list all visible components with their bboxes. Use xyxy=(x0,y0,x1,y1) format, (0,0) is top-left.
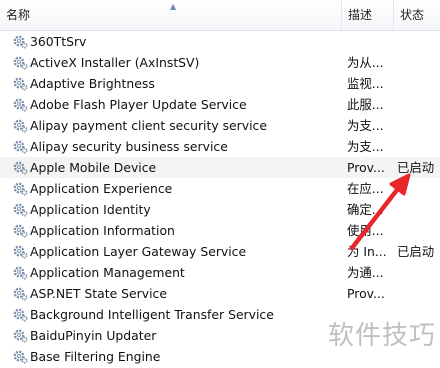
service-description: 监视... xyxy=(347,76,384,91)
service-gear-icon xyxy=(13,119,28,133)
service-name: ActiveX Installer (AxInstSV) xyxy=(30,55,200,70)
service-row[interactable]: 360TtSrv xyxy=(0,31,440,52)
service-row[interactable]: Application Experience 在应... xyxy=(0,178,440,199)
service-gear-icon xyxy=(13,98,28,112)
service-row[interactable]: Application Identity 确定... xyxy=(0,199,440,220)
service-description: 此服... xyxy=(347,97,384,112)
service-gear-icon xyxy=(13,224,28,238)
service-name: Apple Mobile Device xyxy=(30,160,157,175)
service-description: 为 In... xyxy=(347,244,387,259)
services-window: 名称 ▲ 描述 状态 360TtSrv ActiveX Installer (Ax… xyxy=(0,0,440,368)
column-header-description[interactable]: 描述 xyxy=(341,0,393,30)
service-description xyxy=(347,31,391,52)
service-gear-icon xyxy=(13,77,28,91)
column-header-name-label: 名称 xyxy=(6,8,31,22)
service-gear-icon xyxy=(13,35,28,49)
service-row[interactable]: ActiveX Installer (AxInstSV) 为从... xyxy=(0,52,440,73)
service-description: 使用... xyxy=(347,223,384,238)
service-description: 为支... xyxy=(347,118,384,133)
service-gear-icon xyxy=(13,140,28,154)
service-gear-icon xyxy=(13,245,28,259)
service-name: ASP.NET State Service xyxy=(30,286,167,301)
service-name: Alipay payment client security service xyxy=(30,118,267,133)
service-description: 在应... xyxy=(347,181,384,196)
service-name: Base Filtering Engine xyxy=(30,349,161,364)
column-header: 名称 ▲ 描述 状态 xyxy=(0,0,440,31)
service-status xyxy=(397,283,440,304)
service-gear-icon xyxy=(13,56,28,70)
service-row[interactable]: Alipay security business service 为支... xyxy=(0,136,440,157)
service-description: Prov... xyxy=(347,160,385,175)
service-gear-icon xyxy=(13,329,28,343)
service-status: 已启动 xyxy=(397,244,435,259)
service-name: Application Experience xyxy=(30,181,173,196)
service-row[interactable]: ASP.NET State Service Prov... xyxy=(0,283,440,304)
service-name: Background Intelligent Transfer Service xyxy=(30,307,274,322)
column-header-status-label: 状态 xyxy=(400,8,425,22)
service-status xyxy=(397,31,440,52)
service-row[interactable]: Application Management 为通... xyxy=(0,262,440,283)
service-status xyxy=(397,220,440,241)
service-name: Application Layer Gateway Service xyxy=(30,244,247,259)
service-status xyxy=(397,262,440,283)
service-name: Application Identity xyxy=(30,202,151,217)
service-name: Application Information xyxy=(30,223,175,238)
service-gear-icon xyxy=(13,266,28,280)
service-status xyxy=(397,178,440,199)
service-description: 为支... xyxy=(347,139,384,154)
service-name: 360TtSrv xyxy=(30,34,87,49)
service-row[interactable]: Adobe Flash Player Update Service 此服... xyxy=(0,94,440,115)
service-status: 已启动 xyxy=(397,160,435,175)
service-gear-icon xyxy=(13,308,28,322)
service-name: Adobe Flash Player Update Service xyxy=(30,97,247,112)
service-gear-icon xyxy=(13,161,28,175)
service-row[interactable]: Application Information 使用... xyxy=(0,220,440,241)
service-row[interactable]: Apple Mobile Device Prov... 已启动 xyxy=(0,157,440,178)
service-name: BaiduPinyin Updater xyxy=(30,328,157,343)
service-gear-icon xyxy=(13,350,28,364)
service-name: Adaptive Brightness xyxy=(30,76,155,91)
column-header-status[interactable]: 状态 xyxy=(393,0,440,30)
service-status xyxy=(397,136,440,157)
service-description: 为通... xyxy=(347,265,384,280)
service-status xyxy=(397,199,440,220)
service-row[interactable]: Application Layer Gateway Service 为 In...… xyxy=(0,241,440,262)
service-row[interactable]: Adaptive Brightness 监视... xyxy=(0,73,440,94)
service-status xyxy=(397,73,440,94)
service-gear-icon xyxy=(13,287,28,301)
service-status xyxy=(397,52,440,73)
service-name: Application Management xyxy=(30,265,185,280)
service-gear-icon xyxy=(13,182,28,196)
watermark: 软件技巧 xyxy=(327,321,436,351)
service-row[interactable]: Alipay payment client security service 为支… xyxy=(0,115,440,136)
service-name: Alipay security business service xyxy=(30,139,228,154)
service-gear-icon xyxy=(13,203,28,217)
service-description: Prov... xyxy=(347,286,385,301)
sort-ascending-icon: ▲ xyxy=(170,2,177,11)
service-status xyxy=(397,94,440,115)
service-status xyxy=(397,115,440,136)
column-header-description-label: 描述 xyxy=(348,8,373,22)
service-description: 为从... xyxy=(347,55,384,70)
service-description: 确定... xyxy=(347,202,384,217)
